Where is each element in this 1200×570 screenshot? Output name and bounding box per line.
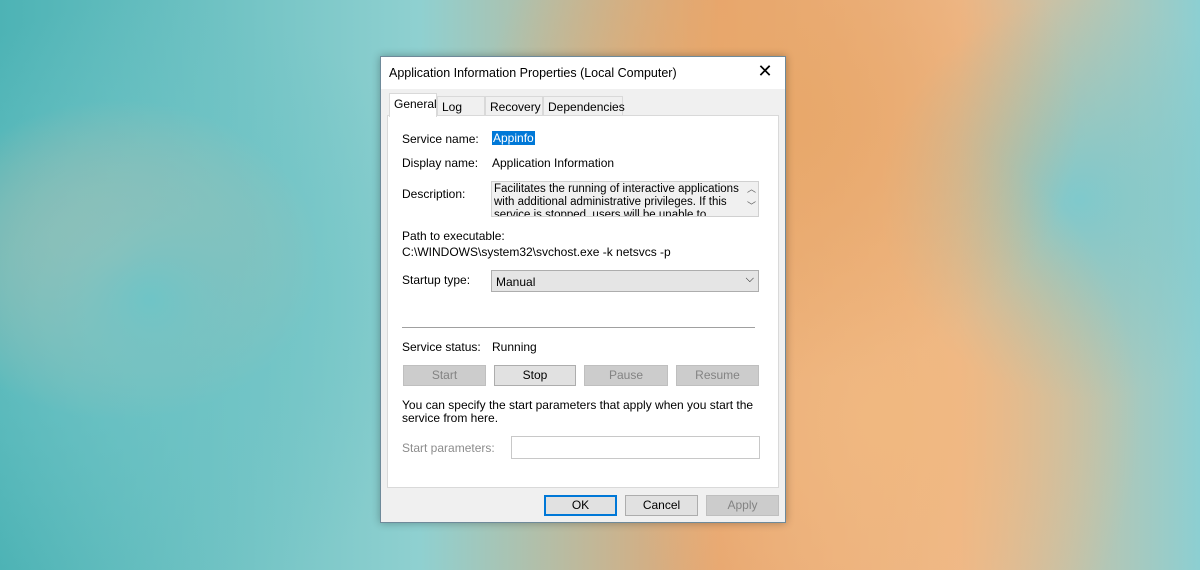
tab-recovery[interactable]: Recovery [485, 96, 543, 116]
path-value[interactable]: C:\WINDOWS\system32\svchost.exe -k netsv… [402, 245, 671, 259]
start-params-input[interactable] [511, 436, 760, 459]
separator [402, 327, 755, 328]
display-name-label: Display name: [402, 156, 479, 170]
stop-button[interactable]: Stop [494, 365, 576, 386]
tab-log-on[interactable]: Log On [437, 96, 485, 128]
path-label: Path to executable: [402, 229, 505, 243]
title-bar: Application Information Properties (Loca… [381, 57, 785, 89]
scroll-up-icon[interactable]: ︿ [747, 182, 756, 195]
tab-dependencies[interactable]: Dependencies [543, 96, 625, 116]
cancel-button[interactable]: Cancel [625, 495, 698, 516]
description-text: Facilitates the running of interactive a… [494, 183, 739, 217]
dialog-title: Application Information Properties (Loca… [389, 66, 677, 80]
general-panel [387, 115, 779, 488]
service-status-value: Running [492, 340, 537, 354]
startup-type-value: Manual [496, 275, 536, 289]
startup-type-select[interactable]: Manual ⌵ [491, 270, 759, 292]
chevron-down-icon: ⌵ [745, 273, 754, 285]
display-name-value[interactable]: Application Information [492, 156, 614, 170]
pause-button[interactable]: Pause [584, 365, 668, 386]
tab-general[interactable]: General [389, 93, 437, 117]
service-name-value[interactable]: Appinfo [492, 131, 535, 145]
description-textbox[interactable]: Facilitates the running of interactive a… [491, 181, 759, 217]
resume-button[interactable]: Resume [676, 365, 759, 386]
service-name-label: Service name: [402, 132, 479, 146]
start-button[interactable]: Start [403, 365, 486, 386]
apply-button[interactable]: Apply [706, 495, 779, 516]
close-icon[interactable]: ✕ [753, 61, 777, 82]
service-status-label: Service status: [402, 340, 481, 354]
properties-dialog: Application Information Properties (Loca… [380, 56, 786, 523]
startup-type-label: Startup type: [402, 273, 471, 287]
scroll-down-icon[interactable]: ﹀ [747, 199, 756, 212]
start-params-hint: You can specify the start parameters tha… [402, 398, 754, 425]
ok-button[interactable]: OK [544, 495, 617, 516]
description-label: Description: [402, 187, 466, 201]
start-params-label: Start parameters: [402, 441, 495, 455]
